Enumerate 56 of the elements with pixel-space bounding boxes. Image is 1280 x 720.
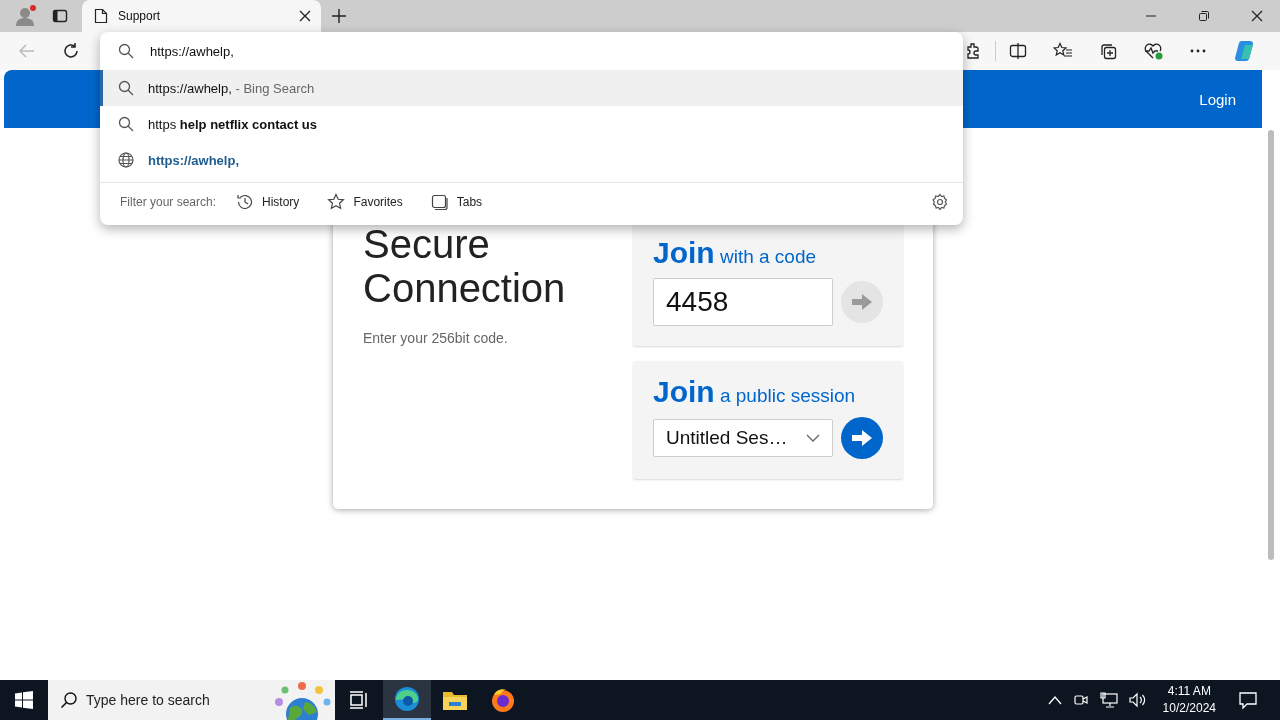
arrow-right-icon xyxy=(851,293,873,311)
close-window-icon[interactable] xyxy=(1251,10,1263,22)
notifications-icon[interactable] xyxy=(1238,690,1258,710)
search-icon xyxy=(118,80,134,96)
folder-icon xyxy=(442,689,468,711)
start-icon[interactable] xyxy=(15,691,33,709)
network-icon[interactable] xyxy=(1099,691,1118,709)
panel-title: Join a public session xyxy=(653,375,857,409)
profile-icon[interactable] xyxy=(14,4,38,28)
session-dropdown[interactable]: Untitled Ses… xyxy=(653,419,833,457)
clock-date: 10/2/2024 xyxy=(1162,700,1216,717)
tabs-icon xyxy=(430,193,449,211)
login-link[interactable]: Login xyxy=(1199,90,1236,108)
clock-time: 4:11 AM xyxy=(1167,683,1211,700)
taskbar-app[interactable] xyxy=(383,680,431,720)
history-icon xyxy=(236,193,255,211)
volume-icon[interactable] xyxy=(1127,691,1148,709)
scrollbar[interactable] xyxy=(1268,130,1274,560)
filter-option[interactable]: History xyxy=(236,193,300,211)
suggestion-item[interactable]: https://awhelp, xyxy=(100,142,963,178)
taskbar-search-field[interactable]: Type here to search xyxy=(48,680,335,720)
filter-option[interactable]: Favorites xyxy=(327,193,403,211)
task-view-icon xyxy=(349,691,369,709)
edge-icon xyxy=(394,686,420,712)
panel-title: Join with a code xyxy=(653,236,818,270)
firefox-icon xyxy=(490,687,516,713)
tab-actions-icon[interactable] xyxy=(52,8,68,24)
tab-title: Support xyxy=(118,9,162,23)
split-screen-icon[interactable] xyxy=(1009,42,1027,60)
search-icon xyxy=(118,116,134,132)
new-tab-icon[interactable] xyxy=(331,8,347,24)
settings-icon[interactable] xyxy=(931,193,949,211)
suggestion-item[interactable]: https help netflix contact us xyxy=(100,106,963,142)
page-icon xyxy=(94,8,108,24)
address-field[interactable]: https://awhelp, xyxy=(150,43,750,59)
arrow-right-icon xyxy=(851,429,873,447)
filter-label: Filter your search: xyxy=(120,195,217,209)
search-icon xyxy=(118,43,134,59)
suggestion-item[interactable]: https://awhelp, - Bing Search xyxy=(100,70,963,106)
page-subtitle: Enter your 256bit code. xyxy=(363,330,509,346)
chevron-up-icon[interactable] xyxy=(1047,695,1062,705)
restore-icon[interactable] xyxy=(1198,10,1210,22)
search-icon xyxy=(60,691,78,709)
browser-tab[interactable]: Support xyxy=(82,0,321,32)
join-button[interactable] xyxy=(841,417,883,459)
page-heading: Secure Connection xyxy=(363,222,567,310)
heartbeat-icon[interactable] xyxy=(1143,42,1163,60)
filter-option[interactable]: Tabs xyxy=(430,193,483,211)
collections-icon[interactable] xyxy=(1099,42,1117,60)
extensions-icon[interactable] xyxy=(964,42,982,60)
globe-icon xyxy=(118,152,134,168)
chevron-down-icon xyxy=(806,434,820,442)
star-icon xyxy=(327,193,346,211)
favorites-icon[interactable] xyxy=(1053,42,1073,60)
refresh-icon[interactable] xyxy=(62,42,80,60)
close-icon[interactable] xyxy=(299,10,311,22)
